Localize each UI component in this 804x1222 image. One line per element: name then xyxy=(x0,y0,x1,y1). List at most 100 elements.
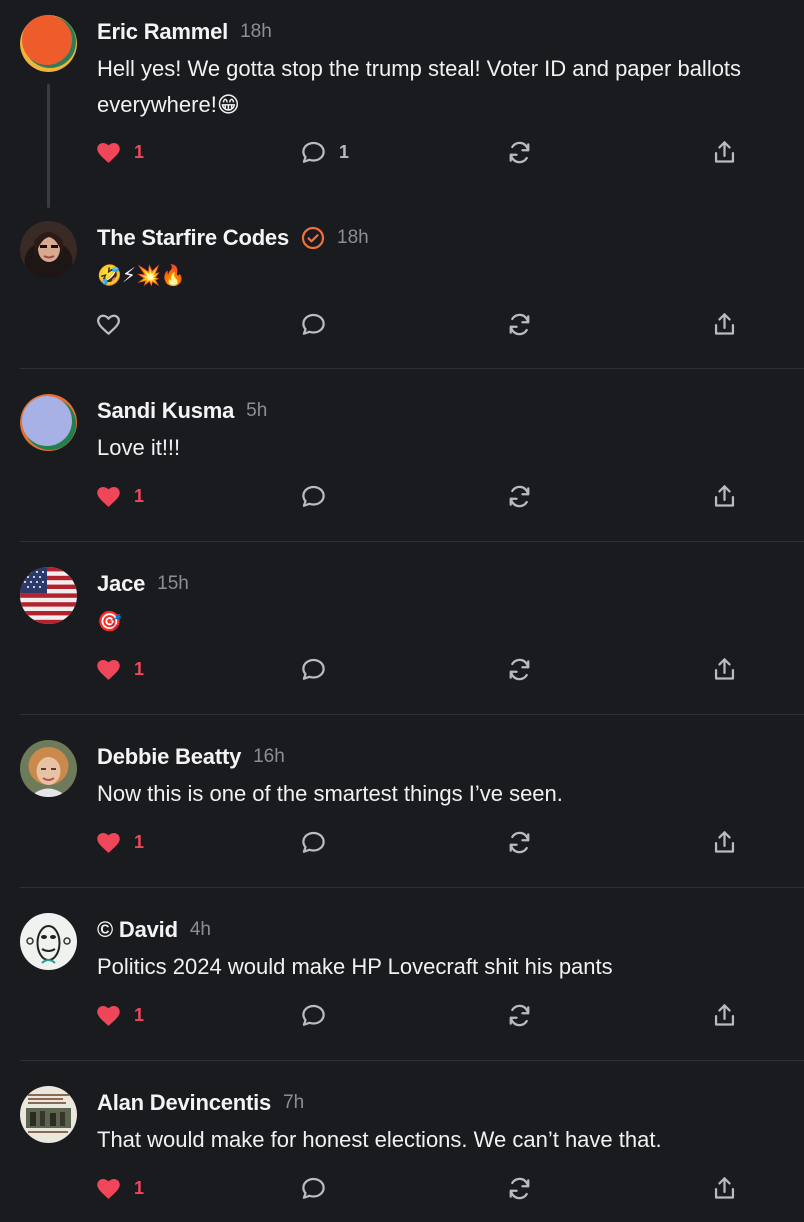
post-text: That would make for honest elections. We… xyxy=(97,1127,662,1152)
repost-icon xyxy=(509,313,530,335)
share-button[interactable] xyxy=(711,307,738,341)
post-debbie-beatty[interactable]: Debbie Beatty 16h Now this is one of the… xyxy=(0,715,804,887)
repost-button[interactable] xyxy=(506,998,533,1032)
like-count: 1 xyxy=(134,1004,145,1025)
author-name[interactable]: © David xyxy=(97,917,178,943)
repost-icon xyxy=(509,831,530,853)
share-icon xyxy=(714,1176,735,1199)
author-name[interactable]: The Starfire Codes xyxy=(97,225,289,251)
reply-icon xyxy=(302,1177,325,1199)
post-sandi-kusma[interactable]: Sandi Kusma 5h Love it!!! 1 xyxy=(0,369,804,541)
share-button[interactable] xyxy=(711,1171,738,1205)
repost-button[interactable] xyxy=(506,652,533,686)
author-name[interactable]: Alan Devincentis xyxy=(97,1090,271,1116)
reply-icon xyxy=(302,485,325,507)
post-text: Love it!!! xyxy=(97,435,181,460)
share-button[interactable] xyxy=(711,652,738,686)
repost-button[interactable] xyxy=(506,135,533,169)
like-button[interactable]: 1 xyxy=(95,652,144,686)
post-time[interactable]: 18h xyxy=(337,227,369,249)
avatar[interactable] xyxy=(20,394,77,451)
post-text: Politics 2024 would make HP Lovecraft sh… xyxy=(97,954,613,979)
heart-icon xyxy=(97,1178,120,1199)
share-icon xyxy=(714,484,735,507)
reply-icon xyxy=(302,831,325,853)
reply-icon xyxy=(302,1004,325,1026)
post-header: Debbie Beatty 16h xyxy=(97,742,285,772)
like-count: 1 xyxy=(134,658,145,679)
post-eric-rammel[interactable]: Eric Rammel 18h Hell yes! We gotta stop … xyxy=(0,0,804,208)
like-button[interactable]: 1 xyxy=(95,135,144,169)
post-time[interactable]: 15h xyxy=(157,573,189,595)
post-actions: 1 xyxy=(0,825,804,859)
reply-button[interactable] xyxy=(300,825,339,859)
like-button[interactable]: 1 xyxy=(95,998,144,1032)
like-button[interactable]: 1 xyxy=(95,479,144,513)
post-time[interactable]: 7h xyxy=(283,1092,304,1114)
repost-icon xyxy=(509,1004,530,1026)
like-button[interactable]: 1 xyxy=(95,1171,144,1205)
author-name[interactable]: Jace xyxy=(97,571,145,597)
like-button[interactable]: 1 xyxy=(95,825,144,859)
author-name[interactable]: Eric Rammel xyxy=(97,19,228,45)
repost-icon xyxy=(509,485,530,507)
post-david[interactable]: © David 4h Politics 2024 would make HP L… xyxy=(0,888,804,1060)
post-actions: 1 xyxy=(0,479,804,513)
reply-icon xyxy=(302,141,325,163)
post-header: The Starfire Codes 18h xyxy=(97,223,369,253)
post-time[interactable]: 4h xyxy=(190,919,211,941)
reply-button[interactable] xyxy=(300,652,339,686)
repost-icon xyxy=(509,141,530,163)
avatar[interactable] xyxy=(20,221,77,278)
share-button[interactable] xyxy=(711,135,738,169)
repost-icon xyxy=(509,1177,530,1199)
reply-button[interactable] xyxy=(300,1171,339,1205)
post-text: 🎯 xyxy=(97,609,122,633)
avatar[interactable] xyxy=(20,740,77,797)
heart-icon xyxy=(97,486,120,507)
author-name[interactable]: Debbie Beatty xyxy=(97,744,241,770)
repost-button[interactable] xyxy=(506,307,533,341)
repost-button[interactable] xyxy=(506,1171,533,1205)
reply-button[interactable]: 1 xyxy=(300,135,349,169)
reply-count: 1 xyxy=(339,141,350,162)
repost-button[interactable] xyxy=(506,479,533,513)
share-icon xyxy=(714,1003,735,1026)
post-actions xyxy=(0,307,804,341)
share-button[interactable] xyxy=(711,825,738,859)
post-the-starfire-codes[interactable]: The Starfire Codes 18h 🤣⚡💥🔥 xyxy=(0,206,804,368)
share-icon xyxy=(714,830,735,853)
like-count: 1 xyxy=(134,485,145,506)
post-time[interactable]: 16h xyxy=(253,746,285,768)
post-header: Sandi Kusma 5h xyxy=(97,396,267,426)
avatar[interactable] xyxy=(20,15,77,72)
heart-icon xyxy=(97,832,120,853)
avatar[interactable] xyxy=(20,913,77,970)
avatar[interactable] xyxy=(20,1086,77,1143)
repost-button[interactable] xyxy=(506,825,533,859)
post-time[interactable]: 5h xyxy=(246,400,267,422)
replies-feed: Eric Rammel 18h Hell yes! We gotta stop … xyxy=(0,0,804,1222)
post-jace[interactable]: Jace 15h 🎯 1 xyxy=(0,542,804,714)
post-header: Jace 15h xyxy=(97,569,189,599)
reply-button[interactable] xyxy=(300,479,339,513)
share-icon xyxy=(714,657,735,680)
like-button[interactable] xyxy=(95,307,134,341)
post-header: © David 4h xyxy=(97,915,211,945)
reply-button[interactable] xyxy=(300,307,339,341)
share-button[interactable] xyxy=(711,998,738,1032)
post-alan-devincentis[interactable]: Alan Devincentis 7h That would make for … xyxy=(0,1061,804,1222)
avatar[interactable] xyxy=(20,567,77,624)
share-button[interactable] xyxy=(711,479,738,513)
post-text: Hell yes! We gotta stop the trump steal!… xyxy=(97,56,742,117)
post-actions: 1 1 xyxy=(0,135,804,169)
author-name[interactable]: Sandi Kusma xyxy=(97,398,234,424)
share-icon xyxy=(714,140,735,163)
share-icon xyxy=(714,312,735,335)
reply-icon xyxy=(302,658,325,680)
reply-button[interactable] xyxy=(300,998,339,1032)
post-actions: 1 xyxy=(0,652,804,686)
like-count: 1 xyxy=(134,831,145,852)
heart-icon xyxy=(97,142,120,163)
post-time[interactable]: 18h xyxy=(240,21,272,43)
